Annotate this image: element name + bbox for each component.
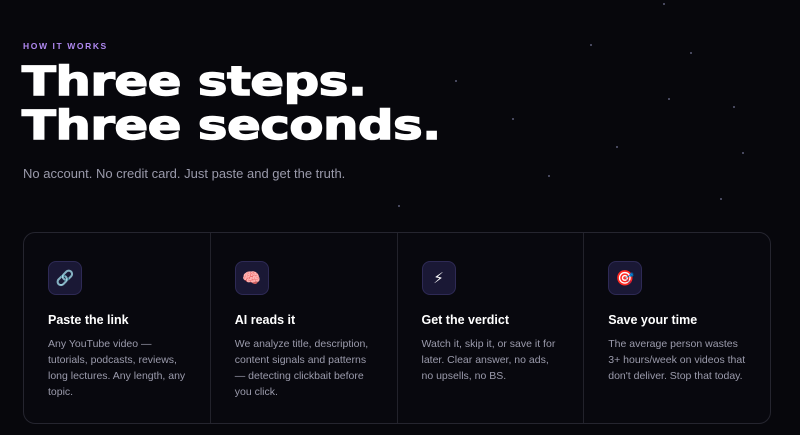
step-description: We analyze title, description, content s… — [234, 338, 369, 398]
step-card-paste-link: 🔗 Paste the link Any YouTube video — tut… — [24, 233, 211, 423]
star — [733, 106, 735, 108]
star — [663, 3, 665, 5]
step-card-save-time: 🎯 Save your time The average person wast… — [584, 233, 770, 423]
target-icon: 🎯 — [608, 261, 643, 295]
steps-grid: 🔗 Paste the link Any YouTube video — tut… — [23, 232, 771, 424]
brain-icon: 🧠 — [234, 261, 269, 295]
star — [512, 118, 514, 120]
star — [720, 198, 722, 200]
star — [455, 80, 457, 82]
step-description: The average person wastes 3+ hours/week … — [608, 338, 746, 382]
link-icon: 🔗 — [48, 261, 82, 295]
section-eyebrow: HOW IT WORKS — [23, 41, 108, 51]
step-card-ai-reads: 🧠 AI reads it We analyze title, descript… — [211, 233, 398, 423]
star — [690, 52, 692, 54]
star — [398, 205, 400, 207]
star — [590, 44, 592, 46]
step-title: Save your time — [608, 313, 698, 327]
step-title: AI reads it — [234, 313, 296, 327]
star — [548, 175, 550, 177]
section-subtitle: No account. No credit card. Just paste a… — [23, 166, 346, 181]
section-headline: Three steps. Three seconds. — [21, 59, 442, 149]
step-title: Get the verdict — [421, 313, 510, 327]
step-description: Any YouTube video — tutorials, podcasts,… — [48, 338, 186, 398]
lightning-icon: ⚡ — [421, 261, 456, 295]
step-title: Paste the link — [48, 313, 129, 327]
star — [742, 152, 744, 154]
headline-line-1: Three steps. — [21, 59, 368, 105]
step-description: Watch it, skip it, or save it for later.… — [421, 338, 556, 382]
headline-line-2: Three seconds. — [21, 103, 442, 149]
star — [616, 146, 618, 148]
step-card-get-verdict: ⚡ Get the verdict Watch it, skip it, or … — [398, 233, 585, 423]
star — [668, 98, 670, 100]
